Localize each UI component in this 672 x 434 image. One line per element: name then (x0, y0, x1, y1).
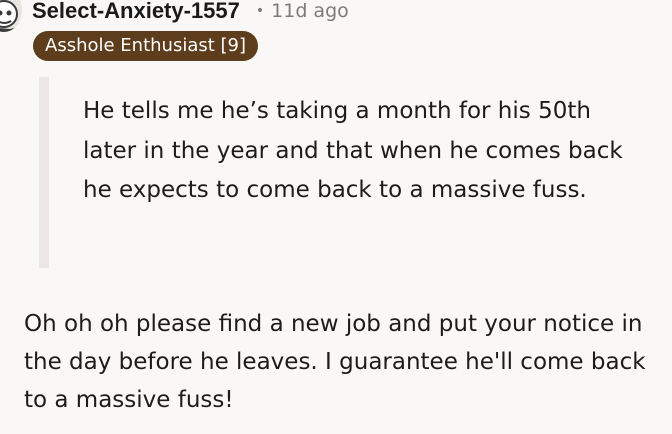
comment-header: Select-Anxiety-1557 • 11d ago (32, 0, 349, 26)
user-avatar-icon[interactable] (0, 0, 22, 32)
timestamp[interactable]: 11d ago (271, 0, 349, 22)
username-link[interactable]: Select-Anxiety-1557 (32, 0, 240, 24)
comment-body: Oh oh oh please find a new job and put y… (24, 311, 646, 413)
meta-separator: • (255, 3, 265, 19)
comment-meta: • 11d ago (256, 0, 349, 22)
blockquote-bar (39, 77, 49, 268)
blockquote-text: He tells me he’s taking a month for his … (83, 98, 623, 203)
user-flair-badge: Asshole Enthusiast [9] (33, 31, 259, 61)
